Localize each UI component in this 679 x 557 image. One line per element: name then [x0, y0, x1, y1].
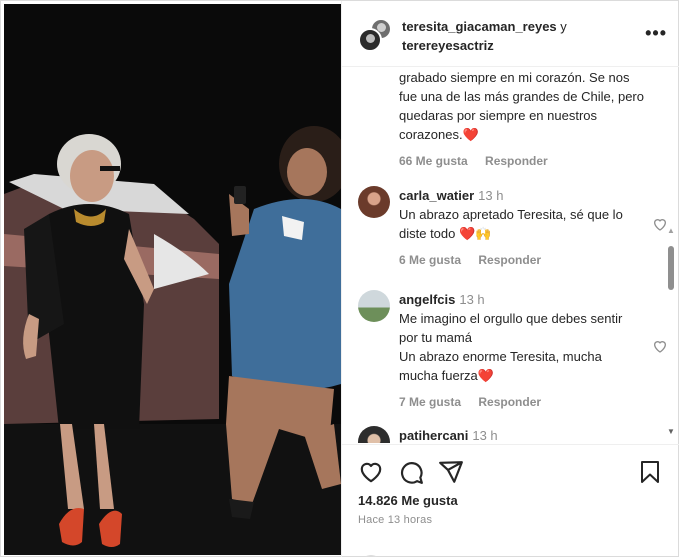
reply-button[interactable]: Responder: [478, 395, 541, 409]
comment-text: grabado siempre en mi corazón. Se nos fu…: [399, 70, 644, 142]
heart-emoji: ❤️: [462, 127, 479, 142]
author-link-primary[interactable]: teresita_giacaman_reyes: [402, 19, 557, 34]
comment-username[interactable]: patihercani: [399, 428, 468, 443]
comment-body: grabado siempre en mi corazón. Se nos fu…: [399, 68, 644, 171]
reply-button[interactable]: Responder: [478, 253, 541, 267]
comment-likes[interactable]: 66 Me gusta: [399, 154, 468, 168]
comment-icon[interactable]: [398, 459, 424, 485]
share-icon[interactable]: [438, 459, 464, 485]
photo-illustration: [4, 4, 341, 555]
post-header: teresita_giacaman_reyes y terereyesactri…: [342, 1, 679, 67]
post-authors: teresita_giacaman_reyes y terereyesactri…: [402, 17, 632, 55]
heart-emoji: ❤️🙌: [459, 226, 492, 241]
like-comment-icon[interactable]: [652, 216, 668, 232]
post-actions: 14.826 Me gusta Hace 13 horas: [342, 444, 679, 557]
scroll-up-icon[interactable]: ▲: [667, 226, 675, 235]
author-link-secondary[interactable]: terereyesactriz: [402, 38, 494, 53]
comment-username[interactable]: angelfcis: [399, 292, 455, 307]
post-likes-count[interactable]: 14.826 Me gusta: [358, 493, 458, 508]
avatar[interactable]: [358, 186, 390, 218]
post-photo[interactable]: [4, 4, 341, 555]
avatar: [358, 28, 382, 52]
like-comment-icon[interactable]: [652, 338, 668, 354]
comments-list: grabado siempre en mi corazón. Se nos fu…: [342, 68, 679, 443]
more-icon: •••: [645, 23, 667, 43]
post-side-panel: teresita_giacaman_reyes y terereyesactri…: [341, 1, 679, 557]
comment-meta: 6 Me gusta Responder: [399, 251, 639, 270]
post-timestamp: Hace 13 horas: [358, 514, 433, 526]
comment-meta: 66 Me gusta Responder: [399, 152, 644, 171]
comment-text: Me imagino el orgullo que debes sentir p…: [399, 311, 623, 383]
comment-meta: 7 Me gusta Responder: [399, 393, 639, 412]
scroll-down-icon[interactable]: ▼: [667, 427, 675, 436]
reply-button[interactable]: Responder: [485, 154, 548, 168]
avatar[interactable]: [358, 290, 390, 322]
comment-body: carla_watier 13 h Un abrazo apretado Tere…: [399, 186, 639, 270]
comment-text: Un abrazo apretado Teresita, sé que lo d…: [399, 207, 623, 241]
heart-emoji: ❤️: [477, 368, 494, 383]
post-window: teresita_giacaman_reyes y terereyesactri…: [0, 0, 679, 557]
comment-username[interactable]: carla_watier: [399, 188, 474, 203]
comment-time: 13 h: [459, 292, 485, 307]
comments-scrollbar[interactable]: ▲ ▼: [667, 226, 675, 436]
action-icons: [358, 459, 668, 485]
comment-body: patihercani 13 h: [399, 426, 639, 443]
author-avatars[interactable]: [358, 18, 392, 52]
comment-body: angelfcis 13 h Me imagino el orgullo que …: [399, 290, 639, 412]
scrollbar-thumb[interactable]: [668, 246, 674, 290]
avatar[interactable]: [358, 426, 390, 443]
comment-likes[interactable]: 7 Me gusta: [399, 395, 461, 409]
more-options-button[interactable]: •••: [645, 23, 667, 44]
comment-time: 13 h: [478, 188, 504, 203]
comment-time: 13 h: [472, 428, 498, 443]
author-connector: y: [560, 19, 567, 34]
comment-likes[interactable]: 6 Me gusta: [399, 253, 461, 267]
like-icon[interactable]: [358, 459, 384, 485]
save-icon[interactable]: [638, 459, 662, 485]
